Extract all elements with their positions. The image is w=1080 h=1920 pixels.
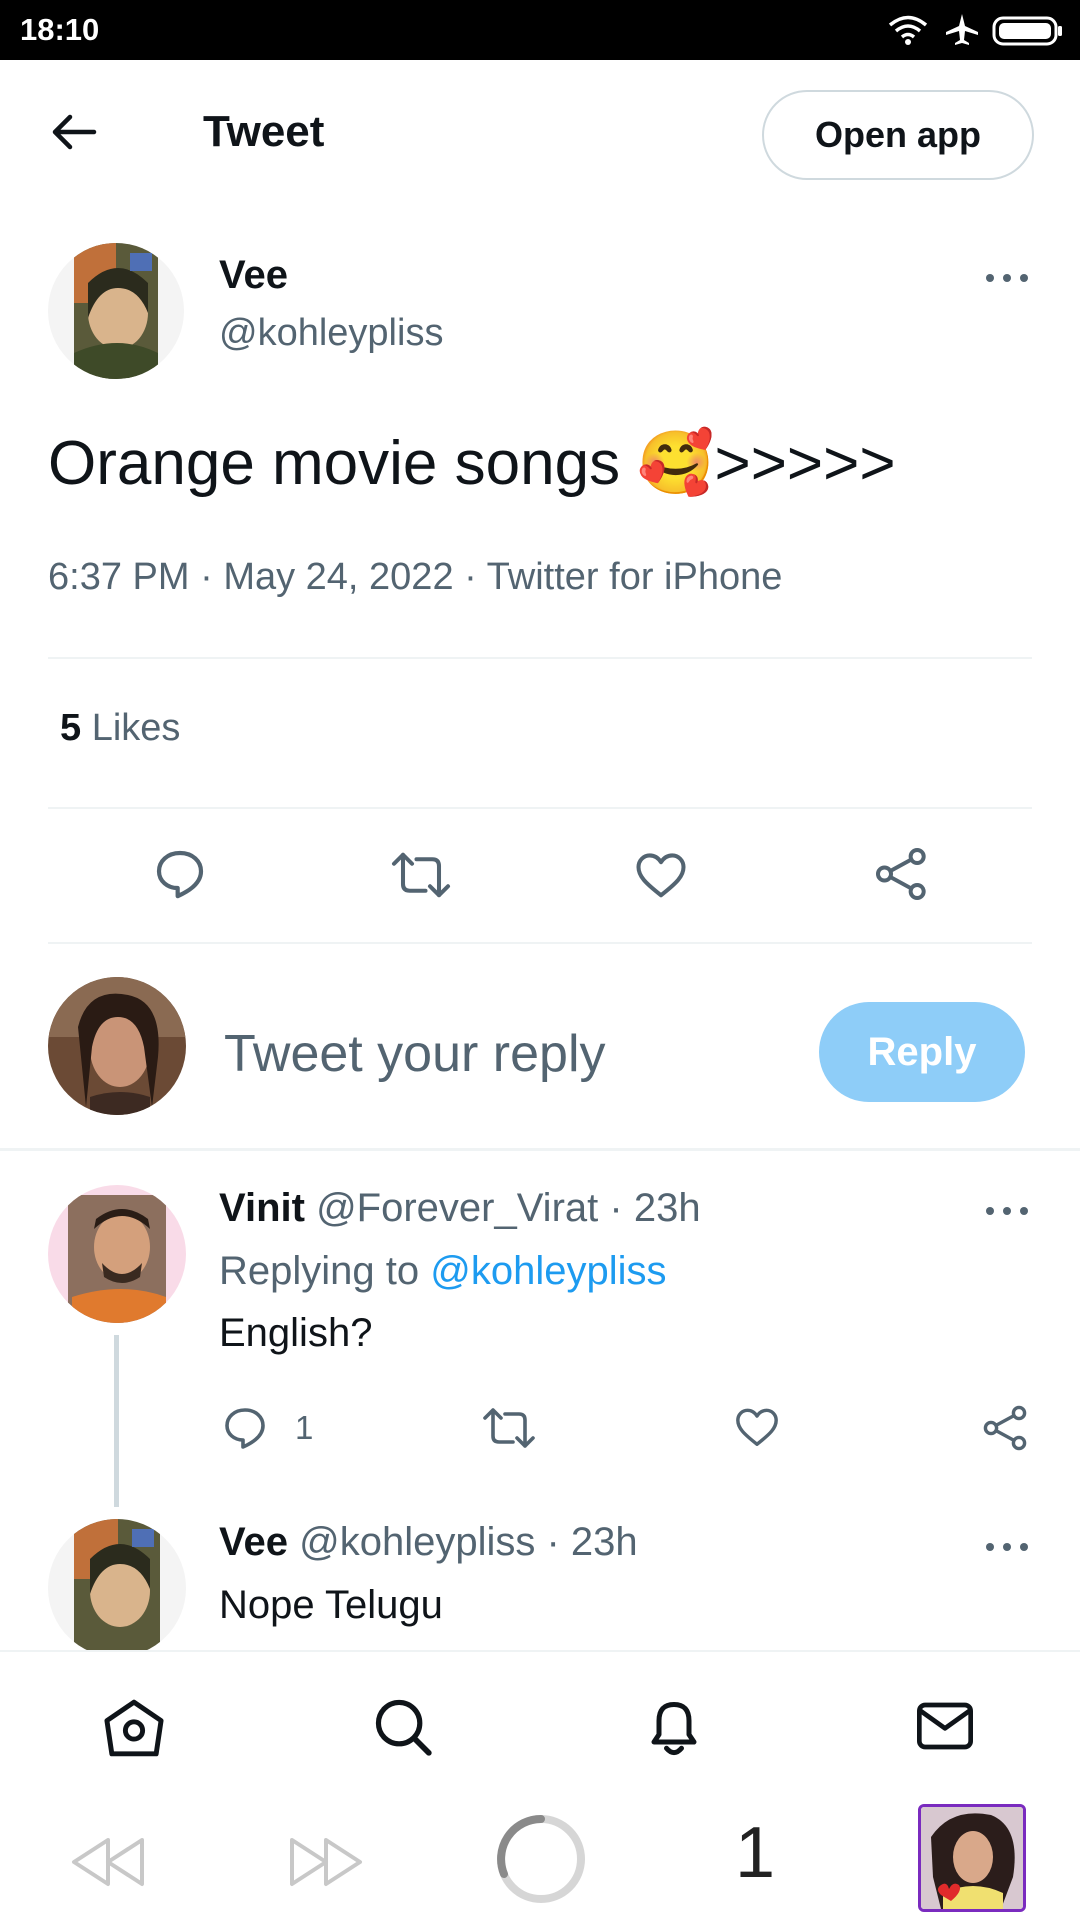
loading-icon [497,1815,585,1903]
reply-input[interactable]: Tweet your reply [224,1024,606,1084]
reply-separator: · [546,1520,560,1564]
like-icon[interactable] [733,1404,781,1450]
reply-author-name[interactable]: Vinit [219,1186,305,1230]
likes-row[interactable]: 5 Likes [60,707,180,750]
reply-header: Vinit @Forever_Virat · 23h [219,1186,701,1231]
reply-separator: · [609,1186,623,1230]
tweet-text: Orange movie songs 🥰>>>>> [48,426,896,500]
meta-separator: · [464,556,477,598]
reply-avatar[interactable] [48,1185,186,1323]
tweet-text-suffix: >>>>> [714,429,896,498]
thread-line [114,1335,119,1507]
reply-age[interactable]: 23h [571,1520,638,1564]
status-bar: 18:10 [0,0,1080,60]
notifications-icon[interactable] [644,1694,704,1760]
open-app-button[interactable]: Open app [762,90,1034,180]
wifi-icon [888,15,928,45]
replying-to-label: Replying to [219,1249,420,1293]
divider [48,942,1032,944]
like-icon[interactable] [633,848,689,902]
share-icon[interactable] [982,1404,1030,1452]
divider [48,657,1032,659]
smiling-hearts-emoji: 🥰 [637,426,715,499]
tweet-text-body: Orange movie songs [48,429,621,498]
airplane-icon [946,14,978,45]
reply-icon[interactable] [152,846,208,902]
reply-header: Vee @kohleypliss · 23h [219,1520,638,1565]
tweet-time[interactable]: 6:37 PM [48,556,190,598]
page-title: Tweet [203,107,325,156]
reply-text: Nope Telugu [219,1583,443,1627]
home-icon[interactable] [102,1698,166,1758]
reply-avatar[interactable] [48,1519,186,1657]
replying-to: Replying to @kohleypliss [219,1249,667,1294]
retweet-icon[interactable] [483,1404,535,1452]
divider [48,807,1032,809]
reply-author-handle[interactable]: @Forever_Virat [316,1186,598,1230]
retweet-icon[interactable] [391,848,451,902]
replying-to-link[interactable]: @kohleypliss [430,1249,666,1293]
reply-icon[interactable] [220,1404,270,1452]
reply-age[interactable]: 23h [634,1186,701,1230]
tabs-count[interactable]: 1 [735,1812,775,1894]
tweet-source[interactable]: Twitter for iPhone [487,556,783,598]
tweet-meta: 6:37 PM · May 24, 2022 · Twitter for iPh… [48,556,782,599]
messages-icon[interactable] [914,1698,976,1754]
more-options-icon[interactable] [982,1537,1032,1557]
reply-author-handle[interactable]: @kohleypliss [299,1520,535,1564]
likes-label: Likes [91,707,181,749]
more-options-icon[interactable] [982,1201,1032,1221]
more-options-icon[interactable] [982,268,1032,288]
profile-thumbnail[interactable] [918,1804,1026,1912]
reply-count: 1 [295,1409,314,1446]
battery-icon [992,16,1062,46]
forward-icon[interactable] [288,1836,364,1888]
reply-author-name[interactable]: Vee [219,1520,288,1564]
author-name[interactable]: Vee [219,253,288,298]
back-arrow-icon[interactable] [50,112,98,152]
reply-button[interactable]: Reply [819,1002,1025,1102]
share-icon[interactable] [874,846,930,902]
likes-count: 5 [60,707,82,749]
author-avatar[interactable] [48,243,184,379]
tweet-date[interactable]: May 24, 2022 [223,556,453,598]
user-avatar[interactable] [48,977,186,1115]
meta-separator: · [200,556,213,598]
author-handle[interactable]: @kohleypliss [219,312,443,355]
search-icon[interactable] [372,1696,434,1758]
section-divider [0,1148,1080,1151]
status-time: 18:10 [20,12,100,47]
back-icon[interactable] [70,1836,146,1888]
reply-text: English? [219,1311,373,1355]
